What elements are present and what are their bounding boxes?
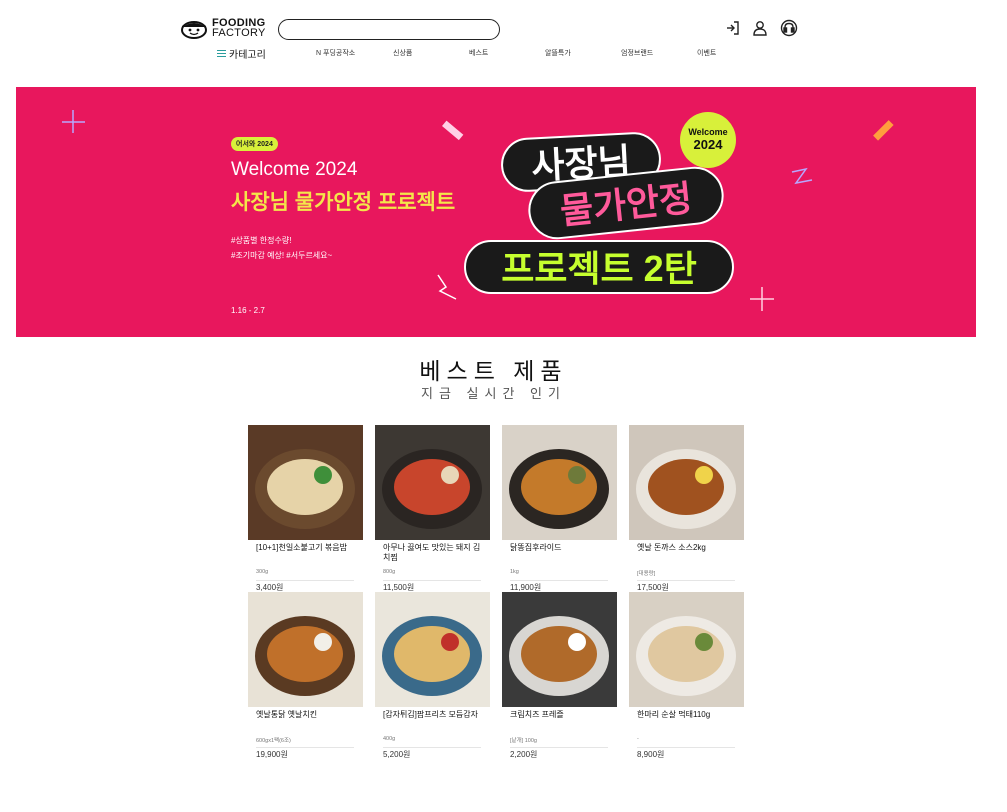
- product-name[interactable]: 한마리 순살 먹태110g: [637, 710, 737, 730]
- product-price: 2,200원: [510, 750, 538, 759]
- best-section-subtitle: 지금 실시간 인기: [421, 386, 566, 401]
- product-price: 19,900원: [256, 750, 288, 759]
- product-weight: [낱개] 100g: [510, 738, 537, 744]
- banner-hashtag-2: #조기마감 예상! #서두르세요~: [231, 251, 333, 260]
- product-weight: -: [637, 736, 639, 742]
- banner-tag: 어서와 2024: [231, 137, 278, 151]
- welcome-badge: Welcome 2024: [680, 112, 736, 168]
- product-price: 5,200원: [383, 750, 411, 759]
- user-icon[interactable]: [751, 19, 769, 37]
- product-weight: 800g: [383, 569, 396, 575]
- divider: [256, 747, 354, 748]
- product-card[interactable]: 아무나 끓여도 맛있는 돼지 김치찜 800g 11,500원: [375, 425, 490, 593]
- nav-item-special-deals[interactable]: 알뜰특가: [545, 48, 571, 58]
- category-menu[interactable]: 카테고리: [217, 46, 266, 61]
- logo-face-icon: [181, 17, 207, 39]
- product-name[interactable]: 옛날 돈까스 소스2kg: [637, 543, 737, 563]
- product-image[interactable]: [629, 425, 744, 540]
- product-name[interactable]: 크림치즈 프레즐: [510, 710, 610, 730]
- nav-item-events[interactable]: 이벤트: [697, 48, 716, 58]
- product-name[interactable]: [10+1]천일소불고기 볶음밥: [256, 543, 356, 563]
- product-weight: [대용량]: [637, 571, 656, 577]
- banner-title: Welcome 2024: [231, 159, 358, 180]
- product-card[interactable]: 옛날 돈까스 소스2kg [대용량] 17,500원: [629, 425, 744, 593]
- product-name[interactable]: 아무나 끓여도 맛있는 돼지 김치찜: [383, 543, 483, 563]
- nav-item-new-factory[interactable]: N 푸딩공작소: [316, 48, 355, 58]
- divider: [510, 747, 608, 748]
- product-card[interactable]: 옛날통닭 옛날치킨 600gx1팩(6조) 19,900원: [248, 592, 363, 760]
- product-card[interactable]: 한마리 순살 먹태110g - 8,900원: [629, 592, 744, 760]
- divider: [637, 580, 735, 581]
- product-image[interactable]: [629, 592, 744, 707]
- logo[interactable]: FOODING FACTORY: [181, 17, 266, 39]
- product-image[interactable]: [502, 425, 617, 540]
- product-image[interactable]: [375, 425, 490, 540]
- badge-line1: Welcome: [688, 127, 728, 137]
- divider: [383, 747, 481, 748]
- badge-line2: 2024: [693, 137, 723, 152]
- product-image[interactable]: [248, 592, 363, 707]
- product-weight: 1kg: [510, 569, 519, 575]
- menu-icon: [217, 50, 226, 57]
- best-section-title: 베스트 제품: [419, 358, 568, 384]
- nav-item-best[interactable]: 베스트: [469, 48, 488, 58]
- headset-icon[interactable]: [780, 19, 798, 37]
- banner-decorations: [62, 110, 894, 311]
- product-name[interactable]: 옛날통닭 옛날치킨: [256, 710, 356, 730]
- product-name[interactable]: 닭똥집후라이드: [510, 543, 610, 563]
- product-card[interactable]: [감자튀김]팜프리츠 모듬감자 400g 5,200원: [375, 592, 490, 760]
- product-image[interactable]: [248, 425, 363, 540]
- nav-item-brands[interactable]: 엄정브랜드: [621, 48, 653, 58]
- category-label: 카테고리: [229, 50, 266, 61]
- nav-item-new-products[interactable]: 신상품: [393, 48, 412, 58]
- product-card[interactable]: 크림치즈 프레즐 [낱개] 100g 2,200원: [502, 592, 617, 760]
- product-weight: 600gx1팩(6조): [256, 738, 291, 744]
- divider: [510, 580, 608, 581]
- product-name[interactable]: [감자튀김]팜프리츠 모듬감자: [383, 710, 483, 730]
- product-weight: 300g: [256, 569, 269, 575]
- banner-date: 1.16 - 2.7: [231, 306, 265, 315]
- search-input[interactable]: [278, 19, 500, 40]
- logo-line2: FACTORY: [212, 27, 266, 39]
- product-price: 8,900원: [637, 750, 665, 759]
- divider: [256, 580, 354, 581]
- product-image[interactable]: [375, 592, 490, 707]
- logo-text: FOODING FACTORY: [212, 18, 266, 39]
- login-icon[interactable]: [724, 19, 742, 37]
- divider: [383, 580, 481, 581]
- product-card[interactable]: 닭똥집후라이드 1kg 11,900원: [502, 425, 617, 593]
- promo-banner[interactable]: 어서와 2024 Welcome 2024 사장님 물가안정 프로젝트 #상품별…: [16, 87, 976, 337]
- divider: [637, 747, 735, 748]
- banner-hashtag-1: #상품별 한정수량!: [231, 236, 292, 245]
- banner-pill-3: 프로젝트 2탄: [464, 240, 734, 294]
- product-weight: 400g: [383, 736, 396, 742]
- product-card[interactable]: [10+1]천일소불고기 볶음밥 300g 3,400원: [248, 425, 363, 593]
- product-image[interactable]: [502, 592, 617, 707]
- banner-subtitle: 사장님 물가안정 프로젝트: [231, 191, 456, 214]
